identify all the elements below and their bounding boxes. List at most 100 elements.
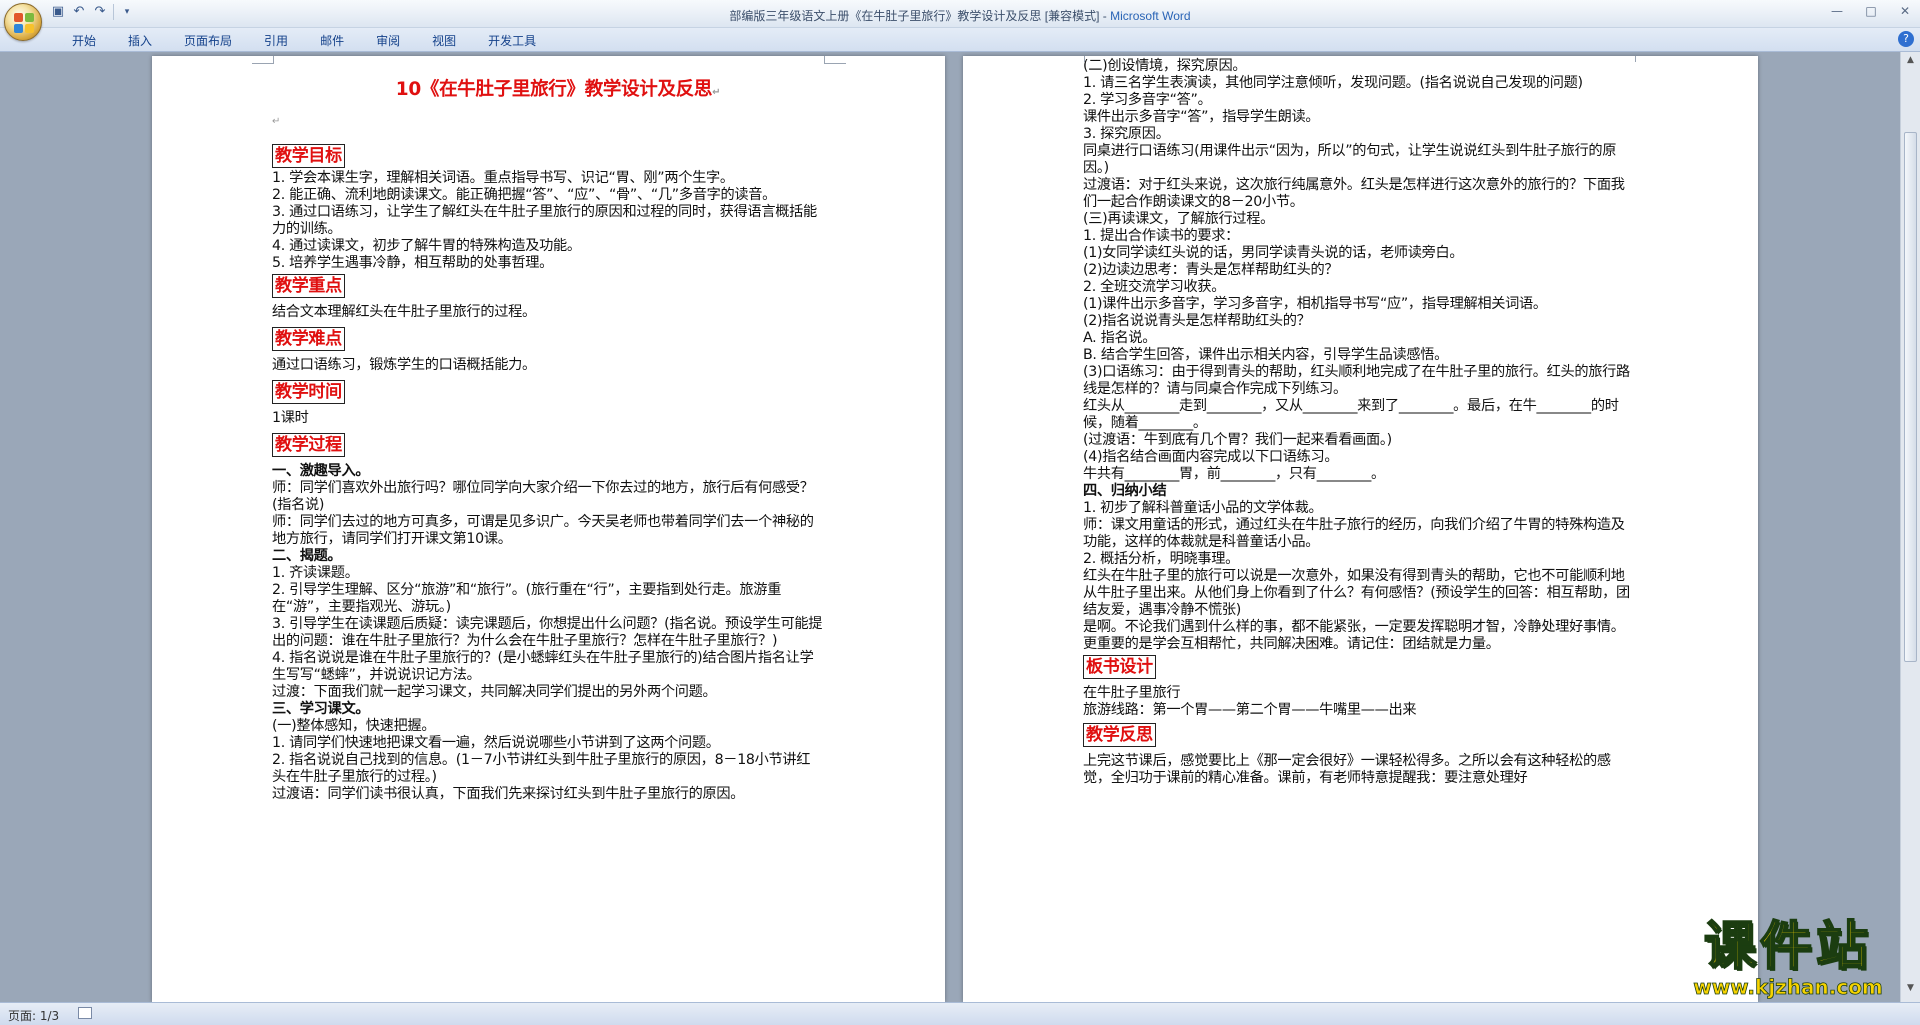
- crop-mark: [1635, 56, 1657, 62]
- window-controls: — □ ✕: [1826, 4, 1916, 18]
- text-line: (2)边读边思考：青头是怎样帮助红头的？: [1083, 262, 1339, 278]
- document-title-text: 10《在牛肚子里旅行》教学设计及反思: [395, 79, 713, 100]
- tab-insert[interactable]: 插入: [112, 30, 168, 52]
- window-title: 部编版三年级语文上册《在牛肚子里旅行》教学设计及反思 [兼容模式] - Micr…: [0, 7, 1920, 24]
- help-icon[interactable]: ?: [1898, 31, 1914, 47]
- text-line: 2. 学习多音字“答”。: [1083, 92, 1212, 108]
- text-line: 过渡语：对于红头来说，这次旅行纯属意外。红头是怎样进行这次意外的旅行的？下面我们…: [1083, 177, 1625, 210]
- text-line: 过渡语：同学们读书很认真，下面我们先来探讨红头到牛肚子里旅行的原因。: [272, 786, 745, 802]
- tab-page-layout[interactable]: 页面布局: [168, 30, 248, 52]
- text-line: (2)指名说说青头是怎样帮助红头的？: [1083, 313, 1311, 329]
- window-title-doc: 部编版三年级语文上册《在牛肚子里旅行》教学设计及反思 [兼容模式] -: [729, 9, 1111, 23]
- heading-board: 板书设计: [1083, 655, 1156, 679]
- text-line: 红头在牛肚子里的旅行可以说是一次意外，如果没有得到青头的帮助，它也不可能顺利地从…: [1083, 568, 1630, 618]
- tab-mailings[interactable]: 邮件: [304, 30, 360, 52]
- crop-mark: [824, 56, 846, 64]
- time-text: 1课时: [272, 410, 309, 426]
- text-line: 2. 概括分析，明晓事理。: [1083, 551, 1240, 567]
- heading-focus: 教学重点: [272, 274, 345, 298]
- text-line: 2. 全班交流学习收获。: [1083, 279, 1226, 295]
- text-line: 1. 初步了解科普童话小品的文学体裁。: [1083, 500, 1323, 516]
- text-line: 3. 探究原因。: [1083, 126, 1170, 142]
- board-lines: 在牛肚子里旅行 旅游线路：第一个胃——第二个胃——牛嘴里——出来: [1083, 685, 1638, 719]
- title-bar: ▣ ↶ ↷ ▾ 部编版三年级语文上册《在牛肚子里旅行》教学设计及反思 [兼容模式…: [0, 0, 1920, 28]
- maximize-icon[interactable]: □: [1860, 4, 1882, 18]
- page-2-lines: (二)创设情境，探究原因。 1. 请三名学生表演读，其他同学注意倾听，发现问题。(…: [1083, 58, 1638, 653]
- window-title-app: Microsoft Word: [1110, 9, 1191, 23]
- difficulty-text: 通过口语练习，锻炼学生的口语概括能力。: [272, 357, 536, 373]
- text-line: 课件出示多音字“答”，指导学生朗读。: [1083, 109, 1320, 125]
- tab-home[interactable]: 开始: [56, 30, 112, 52]
- goals-list: 1. 学会本课生字，理解相关词语。重点指导书写、识记“胃、刚”两个生字。 2. …: [272, 170, 824, 272]
- process-list: 一、激趣导入。 师：同学们喜欢外出旅行吗？哪位同学向大家介绍一下你去过的地方，旅行…: [272, 463, 824, 803]
- text-line: (3)口语练习：由于得到青头的帮助，红头顺利地完成了在牛肚子里的旅行。红头的旅行…: [1083, 364, 1630, 397]
- heading-reflect: 教学反思: [1083, 723, 1156, 747]
- text-line: B. 结合学生回答，课件出示相关内容，引导学生品读感悟。: [1083, 347, 1449, 363]
- text-line: 师：同学们去过的地方可真多，可谓是见多识广。今天吴老师也带着同学们去一个神秘的地…: [272, 514, 814, 547]
- tab-review[interactable]: 审阅: [360, 30, 416, 52]
- text-line: (1)女同学读红头说的话，男同学读青头说的话，老师读旁白。: [1083, 245, 1464, 261]
- text-line: 2. 引导学生理解、区分“旅游”和“旅行”。(旅行重在“行”，主要指到处行走。旅…: [272, 582, 782, 615]
- goal-item: 4. 通过读课文，初步了解牛胃的特殊构造及功能。: [272, 238, 581, 254]
- scroll-up-icon[interactable]: ▲: [1904, 54, 1917, 67]
- status-bar: 页面: 1/3: [0, 1002, 1920, 1025]
- text-line: 师：同学们喜欢外出旅行吗？哪位同学向大家介绍一下你去过的地方，旅行后有何感受？(…: [272, 480, 814, 513]
- text-line: 二、揭题。: [272, 548, 342, 564]
- scroll-down-icon[interactable]: ▼: [1904, 982, 1917, 995]
- heading-difficulty: 教学难点: [272, 327, 345, 351]
- office-button[interactable]: [4, 3, 42, 41]
- focus-text: 结合文本理解红头在牛肚子里旅行的过程。: [272, 304, 536, 320]
- text-line: A. 指名说。: [1083, 330, 1157, 346]
- text-line: 在牛肚子里旅行: [1083, 685, 1181, 701]
- ribbon-tabs: 开始 插入 页面布局 引用 邮件 审阅 视图 开发工具: [56, 30, 552, 52]
- text-line: 牛共有________胃，前________，只有________。: [1083, 466, 1385, 482]
- text-line: 4. 指名说说是谁在牛肚子里旅行的？(是小蟋蟀红头在牛肚子里旅行的)结合图片指名…: [272, 650, 814, 683]
- text-line: (1)课件出示多音字，学习多音字，相机指导书写“应”，指导理解相关词语。: [1083, 296, 1547, 312]
- text-line: (三)再读课文，了解旅行过程。: [1083, 211, 1275, 227]
- text-line: 过渡：下面我们就一起学习课文，共同解决同学们提出的另外两个问题。: [272, 684, 717, 700]
- text-line: 旅游线路：第一个胃——第二个胃——牛嘴里——出来: [1083, 702, 1417, 718]
- office-logo-icon: [14, 13, 34, 33]
- text-line: 2. 指名说说自己找到的信息。(1－7小节讲红头到牛肚子里旅行的原因，8－18小…: [272, 752, 811, 785]
- vertical-scrollbar[interactable]: ▲ ▼: [1900, 52, 1920, 1002]
- minimize-icon[interactable]: —: [1826, 4, 1848, 18]
- tab-view[interactable]: 视图: [416, 30, 472, 52]
- heading-process: 教学过程: [272, 433, 345, 457]
- ribbon: 开始 插入 页面布局 引用 邮件 审阅 视图 开发工具 ?: [0, 28, 1920, 52]
- text-line: 同桌进行口语练习(用课件出示“因为，所以”的句式，让学生说说红头到牛肚子旅行的原…: [1083, 143, 1617, 176]
- document-title: 10《在牛肚子里旅行》教学设计及反思↵: [292, 78, 824, 105]
- tab-references[interactable]: 引用: [248, 30, 304, 52]
- proofing-icon[interactable]: [78, 1007, 92, 1019]
- text-line: 三、学习课文。: [272, 701, 370, 717]
- crop-mark: [1063, 56, 1085, 62]
- text-line: 四、归纳小结: [1083, 483, 1167, 499]
- text-line: 1. 齐读课题。: [272, 565, 359, 581]
- goal-item: 1. 学会本课生字，理解相关词语。重点指导书写、识记“胃、刚”两个生字。: [272, 170, 734, 186]
- text-line: 1. 请同学们快速地把课文看一遍，然后说说哪些小节讲到了这两个问题。: [272, 735, 720, 751]
- text-line: 红头从________走到________，又从________来到了_____…: [1083, 398, 1619, 431]
- paragraph-mark: ↵: [712, 87, 721, 98]
- heading-time: 教学时间: [272, 380, 345, 404]
- document-page-2[interactable]: (二)创设情境，探究原因。 1. 请三名学生表演读，其他同学注意倾听，发现问题。(…: [963, 56, 1758, 1002]
- scrollbar-thumb[interactable]: [1904, 132, 1917, 662]
- goal-item: 3. 通过口语练习，让学生了解红头在牛肚子里旅行的原因和过程的同时，获得语言概括…: [272, 204, 817, 237]
- text-line: (4)指名结合画面内容完成以下口语练习。: [1083, 449, 1339, 465]
- page-2-body: (二)创设情境，探究原因。 1. 请三名学生表演读，其他同学注意倾听，发现问题。(…: [1083, 58, 1638, 787]
- tab-developer[interactable]: 开发工具: [472, 30, 552, 52]
- crop-mark: [252, 56, 274, 64]
- page-1-body: 10《在牛肚子里旅行》教学设计及反思↵ ↵ 教学目标 1. 学会本课生字，理解相…: [272, 76, 824, 803]
- page-count[interactable]: 页面: 1/3: [8, 1007, 59, 1024]
- text-line: (过渡语：牛到底有几个胃？我们一起来看看画面。): [1083, 432, 1392, 448]
- text-line: 是啊。不论我们遇到什么样的事，都不能紧张，一定要发挥聪明才智，冷静处理好事情。更…: [1083, 619, 1625, 652]
- heading-goals: 教学目标: [272, 144, 345, 168]
- text-line: 1. 提出合作读书的要求：: [1083, 228, 1240, 244]
- paragraph-mark: ↵: [272, 116, 281, 127]
- text-line: 一、激趣导入。: [272, 463, 370, 479]
- goal-item: 2. 能正确、流利地朗读课文。能正确把握“答”、“应”、“骨”、“几”多音字的读…: [272, 187, 777, 203]
- text-line: (二)创设情境，探究原因。: [1083, 58, 1247, 74]
- goal-item: 5. 培养学生遇事冷静，相互帮助的处事哲理。: [272, 255, 554, 271]
- text-line: 1. 请三名学生表演读，其他同学注意倾听，发现问题。(指名说说自己发现的问题): [1083, 75, 1583, 91]
- document-page-1[interactable]: 10《在牛肚子里旅行》教学设计及反思↵ ↵ 教学目标 1. 学会本课生字，理解相…: [152, 56, 945, 1002]
- text-line: (一)整体感知，快速把握。: [272, 718, 436, 734]
- close-icon[interactable]: ✕: [1894, 4, 1916, 18]
